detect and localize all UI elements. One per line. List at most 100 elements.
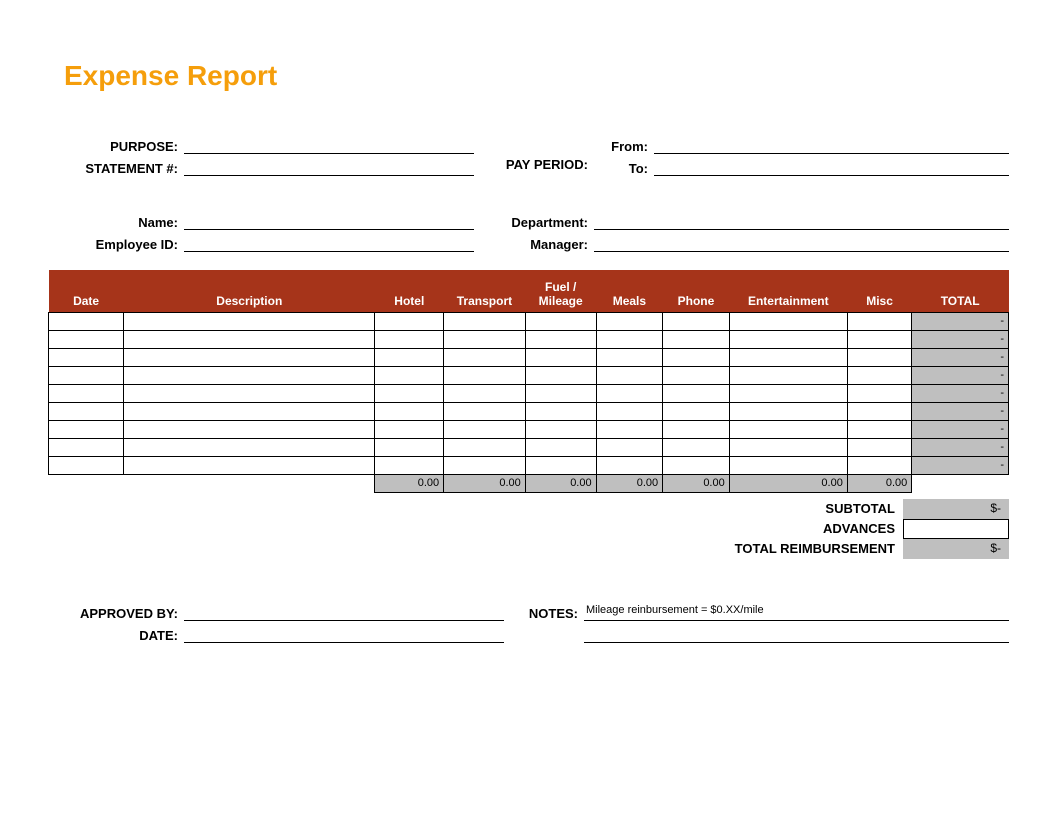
cell-transport[interactable] bbox=[444, 438, 526, 456]
cell-date[interactable] bbox=[49, 312, 124, 330]
cell-ent[interactable] bbox=[729, 312, 847, 330]
empid-field[interactable] bbox=[184, 235, 474, 252]
cell-misc[interactable] bbox=[847, 402, 911, 420]
manager-field[interactable] bbox=[594, 235, 1009, 252]
cell-transport[interactable] bbox=[444, 456, 526, 474]
cell-hotel[interactable] bbox=[375, 420, 444, 438]
cell-fuel[interactable] bbox=[525, 438, 596, 456]
cell-phone[interactable] bbox=[663, 348, 730, 366]
cell-misc[interactable] bbox=[847, 312, 911, 330]
to-field[interactable] bbox=[654, 159, 1009, 176]
cell-desc[interactable] bbox=[124, 366, 375, 384]
cell-meals[interactable] bbox=[596, 402, 663, 420]
cell-meals[interactable] bbox=[596, 312, 663, 330]
cell-desc[interactable] bbox=[124, 348, 375, 366]
cell-fuel[interactable] bbox=[525, 330, 596, 348]
cell-total: - bbox=[912, 456, 1009, 474]
cell-desc[interactable] bbox=[124, 402, 375, 420]
cell-misc[interactable] bbox=[847, 348, 911, 366]
cell-date[interactable] bbox=[49, 348, 124, 366]
cell-desc[interactable] bbox=[124, 420, 375, 438]
cell-date[interactable] bbox=[49, 384, 124, 402]
cell-date[interactable] bbox=[49, 420, 124, 438]
cell-ent[interactable] bbox=[729, 438, 847, 456]
name-field[interactable] bbox=[184, 213, 474, 230]
cell-transport[interactable] bbox=[444, 402, 526, 420]
cell-ent[interactable] bbox=[729, 330, 847, 348]
cell-fuel[interactable] bbox=[525, 420, 596, 438]
footer-block: APPROVED BY: DATE: NOTES: Mileage reinbu… bbox=[64, 599, 1009, 643]
cell-hotel[interactable] bbox=[375, 312, 444, 330]
cell-phone[interactable] bbox=[663, 402, 730, 420]
cell-fuel[interactable] bbox=[525, 348, 596, 366]
subtotal-label: SUBTOTAL bbox=[653, 499, 903, 519]
cell-transport[interactable] bbox=[444, 348, 526, 366]
cell-phone[interactable] bbox=[663, 384, 730, 402]
dept-field[interactable] bbox=[594, 213, 1009, 230]
cell-phone[interactable] bbox=[663, 312, 730, 330]
cell-meals[interactable] bbox=[596, 420, 663, 438]
cell-hotel[interactable] bbox=[375, 384, 444, 402]
cell-date[interactable] bbox=[49, 402, 124, 420]
table-row: - bbox=[49, 456, 1009, 474]
cell-phone[interactable] bbox=[663, 438, 730, 456]
cell-fuel[interactable] bbox=[525, 456, 596, 474]
cell-ent[interactable] bbox=[729, 366, 847, 384]
cell-ent[interactable] bbox=[729, 348, 847, 366]
cell-misc[interactable] bbox=[847, 420, 911, 438]
cell-phone[interactable] bbox=[663, 330, 730, 348]
purpose-field[interactable] bbox=[184, 137, 474, 154]
cell-date[interactable] bbox=[49, 438, 124, 456]
cell-hotel[interactable] bbox=[375, 438, 444, 456]
cell-desc[interactable] bbox=[124, 312, 375, 330]
cell-date[interactable] bbox=[49, 456, 124, 474]
cell-transport[interactable] bbox=[444, 312, 526, 330]
cell-desc[interactable] bbox=[124, 456, 375, 474]
cell-hotel[interactable] bbox=[375, 330, 444, 348]
cell-meals[interactable] bbox=[596, 330, 663, 348]
statement-field[interactable] bbox=[184, 159, 474, 176]
date-field[interactable] bbox=[184, 626, 504, 643]
cell-fuel[interactable] bbox=[525, 384, 596, 402]
cell-hotel[interactable] bbox=[375, 456, 444, 474]
col-total: TOTAL bbox=[912, 270, 1009, 312]
cell-date[interactable] bbox=[49, 330, 124, 348]
cell-transport[interactable] bbox=[444, 384, 526, 402]
cell-phone[interactable] bbox=[663, 420, 730, 438]
notes-field[interactable]: Mileage reinbursement = $0.XX/mile bbox=[584, 604, 1009, 621]
advances-value[interactable] bbox=[903, 519, 1009, 539]
cell-ent[interactable] bbox=[729, 402, 847, 420]
cell-ent[interactable] bbox=[729, 420, 847, 438]
cell-hotel[interactable] bbox=[375, 402, 444, 420]
cell-fuel[interactable] bbox=[525, 402, 596, 420]
total-misc: 0.00 bbox=[847, 474, 911, 492]
cell-desc[interactable] bbox=[124, 330, 375, 348]
cell-meals[interactable] bbox=[596, 366, 663, 384]
cell-misc[interactable] bbox=[847, 456, 911, 474]
cell-phone[interactable] bbox=[663, 366, 730, 384]
cell-meals[interactable] bbox=[596, 438, 663, 456]
cell-ent[interactable] bbox=[729, 384, 847, 402]
cell-misc[interactable] bbox=[847, 384, 911, 402]
cell-hotel[interactable] bbox=[375, 348, 444, 366]
cell-fuel[interactable] bbox=[525, 312, 596, 330]
cell-phone[interactable] bbox=[663, 456, 730, 474]
cell-date[interactable] bbox=[49, 366, 124, 384]
cell-desc[interactable] bbox=[124, 384, 375, 402]
cell-meals[interactable] bbox=[596, 348, 663, 366]
cell-misc[interactable] bbox=[847, 438, 911, 456]
cell-transport[interactable] bbox=[444, 366, 526, 384]
cell-meals[interactable] bbox=[596, 456, 663, 474]
notes-field-line2[interactable] bbox=[584, 626, 1009, 643]
cell-transport[interactable] bbox=[444, 330, 526, 348]
from-field[interactable] bbox=[654, 137, 1009, 154]
cell-hotel[interactable] bbox=[375, 366, 444, 384]
cell-misc[interactable] bbox=[847, 330, 911, 348]
approved-field[interactable] bbox=[184, 604, 504, 621]
cell-ent[interactable] bbox=[729, 456, 847, 474]
cell-desc[interactable] bbox=[124, 438, 375, 456]
cell-fuel[interactable] bbox=[525, 366, 596, 384]
cell-misc[interactable] bbox=[847, 366, 911, 384]
cell-transport[interactable] bbox=[444, 420, 526, 438]
cell-meals[interactable] bbox=[596, 384, 663, 402]
